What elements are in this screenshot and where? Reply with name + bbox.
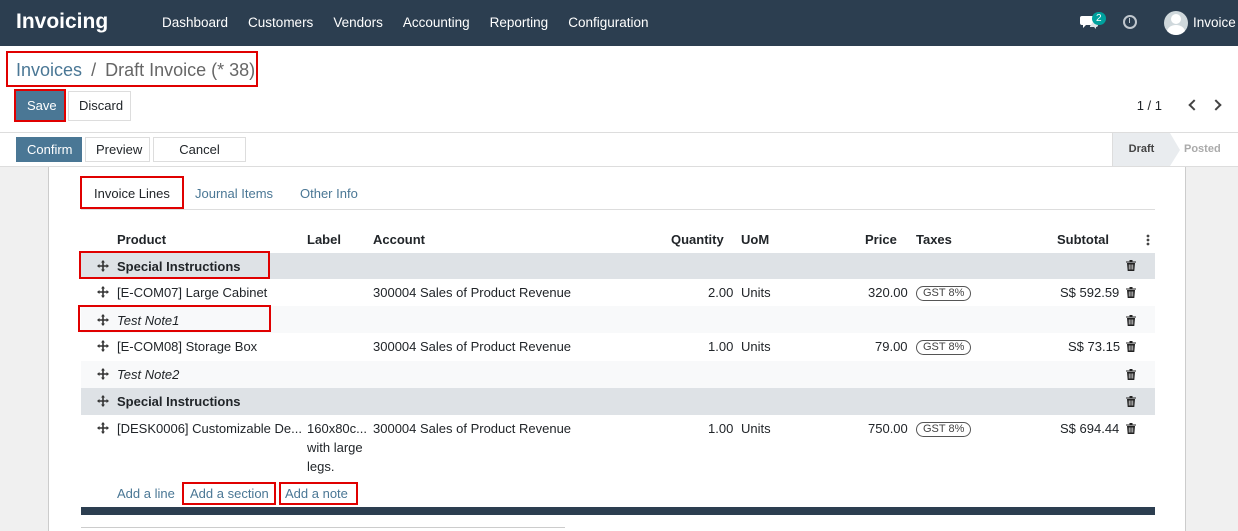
quantity-value[interactable]: 2.00 xyxy=(708,285,733,300)
menu-customers[interactable]: Customers xyxy=(248,0,313,46)
section-name[interactable]: Special Instructions xyxy=(117,259,241,274)
main-menu: Dashboard Customers Vendors Accounting R… xyxy=(162,0,669,46)
account-name[interactable]: 300004 Sales of Product Revenue xyxy=(373,285,571,300)
quantity-value[interactable]: 1.00 xyxy=(708,339,733,354)
table-row[interactable]: [E-COM08] Storage Box 300004 Sales of Pr… xyxy=(81,333,1155,361)
quantity-value[interactable]: 1.00 xyxy=(708,421,733,436)
chevron-left-icon[interactable] xyxy=(1188,99,1200,111)
discard-button[interactable]: Discard xyxy=(68,91,131,121)
breadcrumb-current: Draft Invoice (* 38) xyxy=(105,60,256,80)
trash-icon[interactable] xyxy=(1126,315,1136,326)
price-value[interactable]: 79.00 xyxy=(875,339,908,354)
breadcrumb-invoices[interactable]: Invoices xyxy=(16,60,82,80)
label-line-1[interactable]: 160x80c... xyxy=(307,421,367,436)
breadcrumb-separator: / xyxy=(91,60,97,80)
table-row-note[interactable]: Test Note2 xyxy=(81,361,1155,388)
menu-accounting[interactable]: Accounting xyxy=(403,0,470,46)
table-footer-bar xyxy=(81,507,1155,515)
move-handle-icon[interactable] xyxy=(97,286,109,298)
label-line-2[interactable]: with large xyxy=(307,440,363,455)
trash-icon[interactable] xyxy=(1126,260,1136,271)
trash-icon[interactable] xyxy=(1126,396,1136,407)
column-price[interactable]: Price xyxy=(865,232,897,247)
product-name[interactable]: [E-COM08] Storage Box xyxy=(117,339,257,354)
terms-field[interactable] xyxy=(81,527,565,531)
move-handle-icon[interactable] xyxy=(97,395,109,407)
subtotal-value: S$ 592.59 xyxy=(1060,285,1120,300)
move-handle-icon[interactable] xyxy=(97,340,109,352)
move-handle-icon[interactable] xyxy=(97,260,109,272)
breadcrumb: Invoices / Draft Invoice (* 38) xyxy=(16,60,255,81)
account-name[interactable]: 300004 Sales of Product Revenue xyxy=(373,339,571,354)
pager-value[interactable]: 1 / 1 xyxy=(1137,98,1162,113)
table-row[interactable]: [DESK0006] Customizable De... 160x80c...… xyxy=(81,415,1155,481)
app-name[interactable]: Invoicing xyxy=(16,10,108,34)
avatar[interactable] xyxy=(1164,11,1188,35)
tab-journal-items[interactable]: Journal Items xyxy=(195,186,273,201)
trash-icon[interactable] xyxy=(1126,341,1136,352)
trash-icon[interactable] xyxy=(1126,287,1136,298)
tab-other-info[interactable]: Other Info xyxy=(300,186,358,201)
table-row-note[interactable]: Test Note1 xyxy=(81,306,1155,333)
menu-reporting[interactable]: Reporting xyxy=(490,0,549,46)
uom-value[interactable]: Units xyxy=(741,421,771,436)
column-account[interactable]: Account xyxy=(373,232,425,247)
menu-vendors[interactable]: Vendors xyxy=(333,0,383,46)
table-row[interactable]: [E-COM07] Large Cabinet 300004 Sales of … xyxy=(81,279,1155,306)
note-text[interactable]: Test Note2 xyxy=(117,367,179,382)
product-name[interactable]: [DESK0006] Customizable De... xyxy=(117,421,302,436)
column-product[interactable]: Product xyxy=(117,232,166,247)
note-text[interactable]: Test Note1 xyxy=(117,313,179,328)
price-value[interactable]: 750.00 xyxy=(868,421,908,436)
column-quantity[interactable]: Quantity xyxy=(671,232,724,247)
menu-configuration[interactable]: Configuration xyxy=(568,0,648,46)
price-value[interactable]: 320.00 xyxy=(868,285,908,300)
user-name[interactable]: Invoice xyxy=(1193,15,1236,30)
tax-tag[interactable]: GST 8% xyxy=(916,422,972,437)
tab-divider xyxy=(81,209,1155,210)
move-handle-icon[interactable] xyxy=(97,422,109,434)
tab-invoice-lines[interactable]: Invoice Lines xyxy=(94,186,170,201)
add-note-link[interactable]: Add a note xyxy=(285,486,348,501)
account-name[interactable]: 300004 Sales of Product Revenue xyxy=(373,421,571,436)
control-panel: Invoices / Draft Invoice (* 38) Save Dis… xyxy=(0,46,1238,133)
chevron-right-icon[interactable] xyxy=(1210,99,1222,111)
trash-icon[interactable] xyxy=(1126,369,1136,380)
table-row-section[interactable]: Special Instructions xyxy=(81,388,1155,415)
confirm-button[interactable]: Confirm xyxy=(16,137,82,162)
column-uom[interactable]: UoM xyxy=(741,232,769,247)
move-handle-icon[interactable] xyxy=(97,368,109,380)
stage-posted[interactable]: Posted xyxy=(1184,133,1221,166)
uom-value[interactable]: Units xyxy=(741,285,771,300)
column-options-icon[interactable] xyxy=(1145,234,1151,246)
top-navbar: Invoicing Dashboard Customers Vendors Ac… xyxy=(0,0,1238,46)
section-name[interactable]: Special Instructions xyxy=(117,394,241,409)
trash-icon[interactable] xyxy=(1126,423,1136,434)
column-subtotal[interactable]: Subtotal xyxy=(1057,232,1109,247)
add-line-link[interactable]: Add a line xyxy=(117,486,175,501)
uom-value[interactable]: Units xyxy=(741,339,771,354)
column-taxes[interactable]: Taxes xyxy=(916,232,952,247)
label-line-3[interactable]: legs. xyxy=(307,459,334,474)
subtotal-value: S$ 694.44 xyxy=(1060,421,1120,436)
move-handle-icon[interactable] xyxy=(97,314,109,326)
add-section-link[interactable]: Add a section xyxy=(190,486,269,501)
preview-button[interactable]: Preview xyxy=(85,137,150,162)
tax-tag[interactable]: GST 8% xyxy=(916,340,972,355)
table-row-section[interactable]: Special Instructions xyxy=(81,253,1155,279)
product-name[interactable]: [E-COM07] Large Cabinet xyxy=(117,285,267,300)
save-button[interactable]: Save xyxy=(16,91,65,121)
tax-tag[interactable]: GST 8% xyxy=(916,286,972,301)
cancel-entry-button[interactable]: Cancel Entry xyxy=(153,137,246,180)
stage-draft[interactable]: Draft xyxy=(1112,133,1180,166)
status-bar: Confirm Preview Cancel Entry Draft Poste… xyxy=(0,133,1238,180)
clock-icon[interactable] xyxy=(1123,15,1137,29)
subtotal-value: S$ 73.15 xyxy=(1068,339,1121,354)
column-label[interactable]: Label xyxy=(307,232,341,247)
messages-count-badge: 2 xyxy=(1092,12,1106,25)
menu-dashboard[interactable]: Dashboard xyxy=(162,0,228,46)
